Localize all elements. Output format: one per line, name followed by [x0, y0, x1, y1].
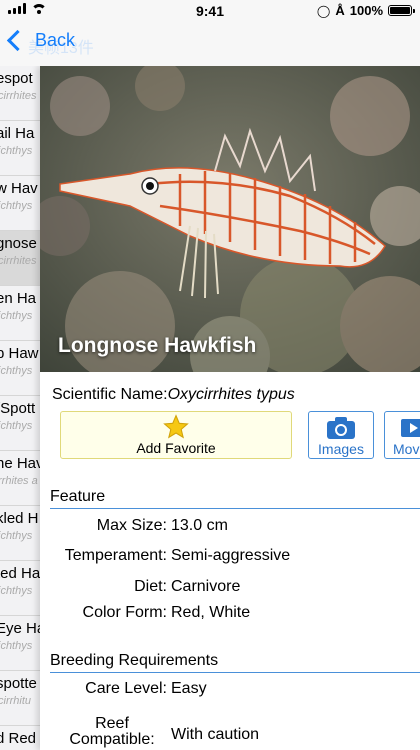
bluetooth-icon: Å	[335, 3, 345, 18]
list-item[interactable]: gnose cirrhites	[0, 231, 44, 286]
list-item-subtitle: ichthys	[0, 420, 33, 432]
info-value: 13.0 cm	[171, 517, 228, 534]
fish-photo[interactable]: Longnose Hawkfish	[40, 66, 420, 372]
list-item[interactable]: en Ha ichthys	[0, 286, 44, 341]
camera-icon	[327, 417, 355, 439]
movies-label: Mov	[393, 441, 420, 457]
list-item-title: Eye Ha	[0, 620, 44, 637]
fish-list[interactable]: espot cirrhites ail Ha ichthys w Hav ichthys g…	[0, 66, 44, 750]
info-key: Reef Compatible:	[69, 715, 155, 748]
list-item-title: p Haw	[0, 345, 39, 362]
info-value: Carnivore	[171, 578, 241, 595]
status-right: ◯ Å 100%	[316, 3, 415, 18]
list-item-title: ted Ha	[0, 565, 41, 582]
list-item-subtitle: ichthys	[0, 200, 33, 212]
breeding-section-title: Breeding Requirements	[50, 652, 420, 673]
fish-image	[40, 66, 420, 372]
list-item-title: spotte	[0, 675, 37, 692]
list-item-title: ail Ha	[0, 125, 35, 142]
list-item-title: ne Hav	[0, 455, 44, 472]
list-item-subtitle: ichthys	[0, 585, 33, 597]
info-value: Easy	[171, 680, 207, 697]
list-item-subtitle: ichthys	[0, 365, 33, 377]
back-label: Back	[35, 30, 76, 50]
photo-caption: Longnose Hawkfish	[58, 334, 257, 357]
list-item[interactable]: d Redops fas	[0, 726, 44, 750]
list-item[interactable]: Eye Ha ichthys	[0, 616, 44, 671]
back-button[interactable]: Back	[6, 29, 76, 52]
list-item-subtitle: ichthys	[0, 530, 33, 542]
list-item-title: d Red	[0, 730, 37, 747]
info-value: Semi-aggressive	[171, 547, 291, 564]
list-item-subtitle: rrhites a	[0, 475, 38, 487]
list-item-subtitle: cirrhites	[0, 255, 37, 267]
info-value: With caution	[171, 726, 260, 743]
list-item-subtitle: ichthys	[0, 640, 33, 652]
list-item-title: /Spott	[0, 400, 36, 417]
add-favorite-label: Add Favorite	[136, 440, 216, 456]
list-item-title: w Hav	[0, 180, 38, 197]
list-item[interactable]: ted Ha ichthys	[0, 561, 44, 616]
list-item-subtitle: ichthys	[0, 145, 33, 157]
detail-panel: Longnose Hawkfish Scientific Name:Oxycir…	[40, 66, 420, 750]
status-bar: 9:41 ◯ Å 100%	[0, 0, 420, 22]
chevron-left-icon	[6, 29, 29, 52]
info-value: Red, White	[171, 604, 251, 621]
orientation-lock-icon: ◯	[316, 3, 331, 18]
list-item[interactable]: espot cirrhites	[0, 66, 44, 121]
list-item-subtitle: cirrhites	[0, 90, 37, 102]
navigation-bar: 美帧13件 Back	[0, 22, 420, 66]
list-item-subtitle: cirrhitu	[0, 695, 32, 707]
images-button[interactable]: Images	[308, 411, 374, 459]
info-key: Max Size:	[96, 517, 167, 534]
images-label: Images	[318, 441, 364, 457]
add-favorite-button[interactable]: Add Favorite	[60, 411, 292, 459]
list-item-title: espot	[0, 70, 33, 87]
feature-section-title: Feature	[50, 488, 420, 509]
star-icon	[163, 414, 189, 439]
list-item-title: gnose	[0, 235, 37, 252]
list-item[interactable]: ne Hav rrhites a	[0, 451, 44, 506]
scientific-name: Scientific Name:Oxycirrhites typus	[52, 386, 295, 404]
scientific-name-value: Oxycirrhites typus	[167, 386, 295, 403]
info-key: Color Form:	[82, 604, 167, 621]
list-item-subtitle: ichthys	[0, 310, 33, 322]
info-key: Diet:	[134, 578, 167, 595]
battery-percent: 100%	[349, 3, 383, 18]
scientific-name-label: Scientific Name:	[52, 386, 168, 403]
list-item[interactable]: spotte cirrhitu	[0, 671, 44, 726]
movies-button[interactable]: Mov	[384, 411, 420, 459]
list-item-title: en Ha	[0, 290, 37, 307]
list-item-title: kled H	[0, 510, 39, 527]
list-item[interactable]: ail Ha ichthys	[0, 121, 44, 176]
list-item[interactable]: kled H ichthys	[0, 506, 44, 561]
list-item[interactable]: w Hav ichthys	[0, 176, 44, 231]
info-key: Temperament:	[64, 547, 167, 564]
list-item[interactable]: p Haw ichthys	[0, 341, 44, 396]
list-item[interactable]: /Spott ichthys	[0, 396, 44, 451]
info-key: Care Level:	[85, 680, 167, 697]
video-icon	[401, 419, 420, 437]
battery-icon	[388, 5, 415, 16]
